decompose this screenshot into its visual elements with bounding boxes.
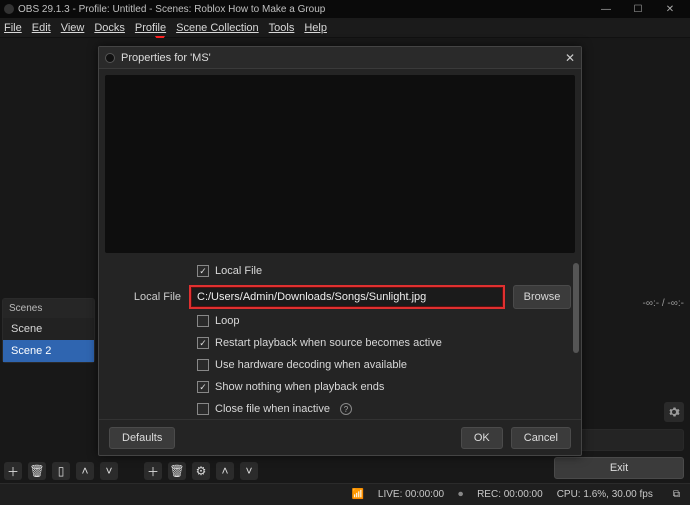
dialog-button-row: Defaults OK Cancel: [99, 419, 581, 455]
record-icon: ⏺: [458, 489, 463, 500]
cancel-button[interactable]: Cancel: [511, 427, 571, 449]
menu-scene-collection[interactable]: Scene Collection: [176, 22, 259, 34]
scene-item-0[interactable]: Scene: [3, 318, 94, 340]
window-title: OBS 29.1.3 - Profile: Untitled - Scenes:…: [18, 4, 325, 15]
show-nothing-label: Show nothing when playback ends: [215, 381, 384, 393]
hw-decoding-checkbox[interactable]: [197, 359, 209, 371]
menu-edit[interactable]: Edit: [32, 22, 51, 34]
menu-profile[interactable]: Profile: [135, 22, 166, 34]
close-file-checkbox[interactable]: [197, 403, 209, 415]
menubar: File Edit View Docks Profile Scene Colle…: [0, 18, 690, 38]
broadcast-icon: 📶: [351, 489, 363, 500]
dialog-titlebar: Properties for 'MS' ✕: [99, 47, 581, 69]
cancel-label: Cancel: [524, 432, 558, 444]
menu-view[interactable]: View: [61, 22, 85, 34]
dialog-close-button[interactable]: ✕: [565, 51, 575, 65]
os-titlebar: OBS 29.1.3 - Profile: Untitled - Scenes:…: [0, 0, 690, 18]
status-bar: 📶 LIVE: 00:00:00 ⏺ REC: 00:00:00 CPU: 1.…: [0, 483, 690, 505]
status-cpu: CPU: 1.6%, 30.00 fps: [557, 489, 653, 500]
browse-label: Browse: [524, 291, 561, 303]
menu-help[interactable]: Help: [304, 22, 327, 34]
dialog-title: Properties for 'MS': [121, 52, 211, 64]
menu-docks[interactable]: Docks: [94, 22, 125, 34]
obs-logo-icon: [4, 4, 14, 14]
scenes-add-button[interactable]: ＋: [4, 462, 22, 480]
gear-icon: [668, 406, 680, 418]
window-close-button[interactable]: ✕: [654, 4, 686, 15]
audio-meter-readout: -∞:- / -∞:-: [588, 298, 684, 309]
hw-decoding-label: Use hardware decoding when available: [215, 359, 407, 371]
local-file-checkbox-label: Local File: [215, 265, 262, 277]
sources-up-button[interactable]: ˄: [216, 462, 234, 480]
window-minimize-button[interactable]: —: [590, 4, 622, 15]
show-nothing-checkbox[interactable]: [197, 381, 209, 393]
local-file-checkbox[interactable]: [197, 265, 209, 277]
defaults-label: Defaults: [122, 432, 162, 444]
controls-exit-label: Exit: [610, 462, 628, 474]
scenes-toolbar: ＋ 🗑 ▯ ˄ ˅ ＋ 🗑 ⚙ ˄ ˅: [4, 461, 258, 481]
scenes-remove-button[interactable]: 🗑: [28, 462, 46, 480]
controls-exit-button[interactable]: Exit: [554, 457, 684, 479]
local-file-path-input[interactable]: [189, 285, 505, 309]
dialog-form: Local File Local File Browse Loop Restar…: [99, 259, 581, 419]
window-maximize-button[interactable]: ☐: [622, 4, 654, 15]
dialog-scrollbar[interactable]: [573, 259, 579, 409]
menu-tools[interactable]: Tools: [269, 22, 295, 34]
ok-button[interactable]: OK: [461, 427, 503, 449]
sources-remove-button[interactable]: 🗑: [168, 462, 186, 480]
status-rec: REC: 00:00:00: [477, 489, 543, 500]
audio-settings-button[interactable]: [664, 402, 684, 422]
scene-item-1[interactable]: Scene 2: [3, 340, 94, 362]
menu-file[interactable]: File: [4, 22, 22, 34]
dialog-preview-area: [105, 75, 575, 253]
sources-add-button[interactable]: ＋: [144, 462, 162, 480]
dock-icon[interactable]: ⧉: [673, 489, 680, 500]
scenes-header: Scenes: [3, 299, 94, 318]
loop-label: Loop: [215, 315, 239, 327]
sources-down-button[interactable]: ˅: [240, 462, 258, 480]
defaults-button[interactable]: Defaults: [109, 427, 175, 449]
local-file-label: Local File: [109, 291, 189, 303]
close-file-label: Close file when inactive: [215, 403, 330, 415]
ok-label: OK: [474, 432, 490, 444]
scenes-filter-button[interactable]: ▯: [52, 462, 70, 480]
status-live: LIVE: 00:00:00: [378, 489, 444, 500]
browse-button[interactable]: Browse: [513, 285, 571, 309]
properties-dialog: Properties for 'MS' ✕ Local File Local F…: [98, 46, 582, 456]
sources-settings-button[interactable]: ⚙: [192, 462, 210, 480]
scenes-down-button[interactable]: ˅: [100, 462, 118, 480]
restart-playback-checkbox[interactable]: [197, 337, 209, 349]
scenes-up-button[interactable]: ˄: [76, 462, 94, 480]
loop-checkbox[interactable]: [197, 315, 209, 327]
obs-logo-icon: [105, 53, 115, 63]
restart-playback-label: Restart playback when source becomes act…: [215, 337, 442, 349]
info-icon[interactable]: ?: [340, 403, 352, 415]
scenes-panel: Scenes Scene Scene 2: [2, 298, 95, 363]
